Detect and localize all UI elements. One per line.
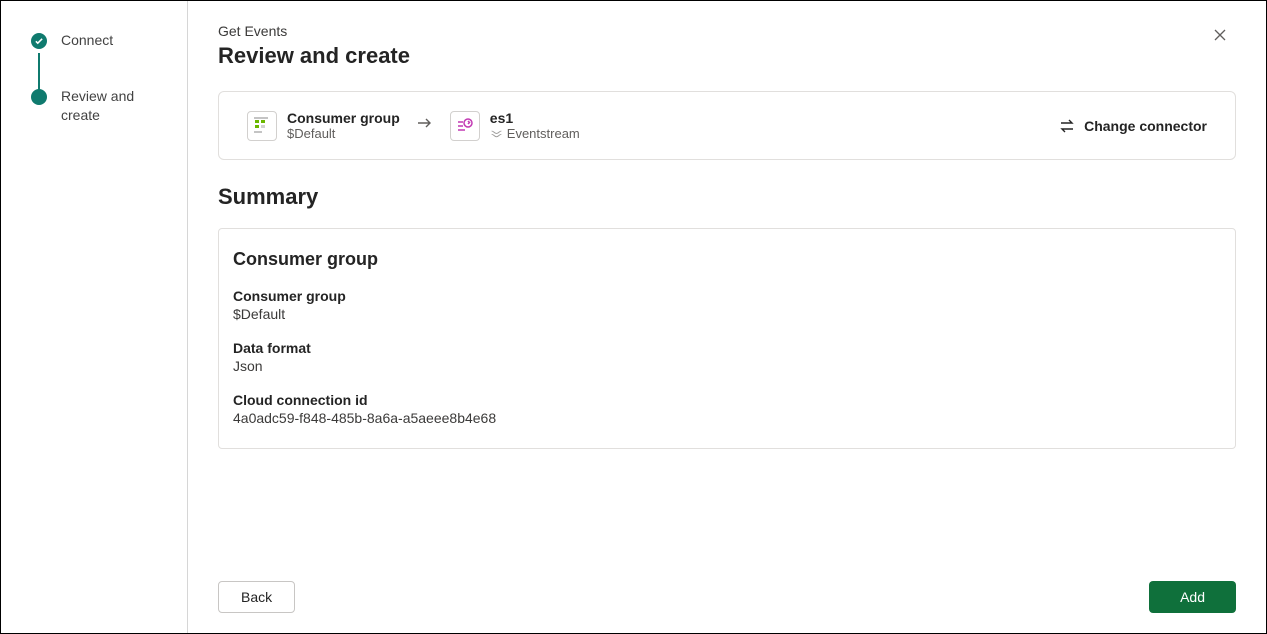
- source-value: $Default: [287, 126, 400, 141]
- swap-icon: [1058, 118, 1076, 134]
- step-label: Connect: [61, 31, 113, 51]
- checkmark-icon: [31, 33, 47, 49]
- close-icon: [1212, 27, 1228, 43]
- summary-field: Data format Json: [233, 340, 1219, 374]
- field-value: Json: [233, 358, 1219, 374]
- current-step-icon: [31, 89, 47, 105]
- field-value: 4a0adc59-f848-485b-8a6a-a5aeee8b4e68: [233, 410, 1219, 426]
- close-button[interactable]: [1208, 23, 1232, 50]
- field-label: Cloud connection id: [233, 392, 1219, 408]
- wizard-steps-sidebar: Connect Review and create: [1, 1, 188, 633]
- consumer-group-icon: [247, 111, 277, 141]
- summary-field: Consumer group $Default: [233, 288, 1219, 322]
- eventstream-icon: [450, 111, 480, 141]
- field-label: Data format: [233, 340, 1219, 356]
- summary-heading: Summary: [218, 184, 1236, 210]
- source-node: Consumer group $Default: [247, 110, 400, 141]
- add-button[interactable]: Add: [1149, 581, 1236, 613]
- page-title: Review and create: [218, 43, 1236, 69]
- stream-sub-icon: [490, 127, 503, 140]
- target-title: es1: [490, 110, 580, 126]
- summary-section-title: Consumer group: [233, 249, 1219, 270]
- connector-flow-card: Consumer group $Default es1: [218, 91, 1236, 160]
- change-connector-label: Change connector: [1084, 118, 1207, 134]
- wizard-step-connect[interactable]: Connect: [31, 31, 167, 51]
- summary-card: Consumer group Consumer group $Default D…: [218, 228, 1236, 449]
- target-sub: Eventstream: [507, 126, 580, 141]
- change-connector-button[interactable]: Change connector: [1058, 118, 1207, 134]
- field-label: Consumer group: [233, 288, 1219, 304]
- arrow-right-icon: [416, 116, 434, 135]
- field-value: $Default: [233, 306, 1219, 322]
- page-subtitle: Get Events: [218, 23, 1236, 39]
- main-content: Get Events Review and create: [188, 1, 1266, 633]
- step-label: Review and create: [61, 87, 167, 126]
- target-node: es1 Eventstream: [450, 110, 580, 141]
- footer-actions: Back Add: [218, 567, 1236, 613]
- source-title: Consumer group: [287, 110, 400, 126]
- wizard-step-review[interactable]: Review and create: [31, 87, 167, 126]
- summary-field: Cloud connection id 4a0adc59-f848-485b-8…: [233, 392, 1219, 426]
- back-button[interactable]: Back: [218, 581, 295, 613]
